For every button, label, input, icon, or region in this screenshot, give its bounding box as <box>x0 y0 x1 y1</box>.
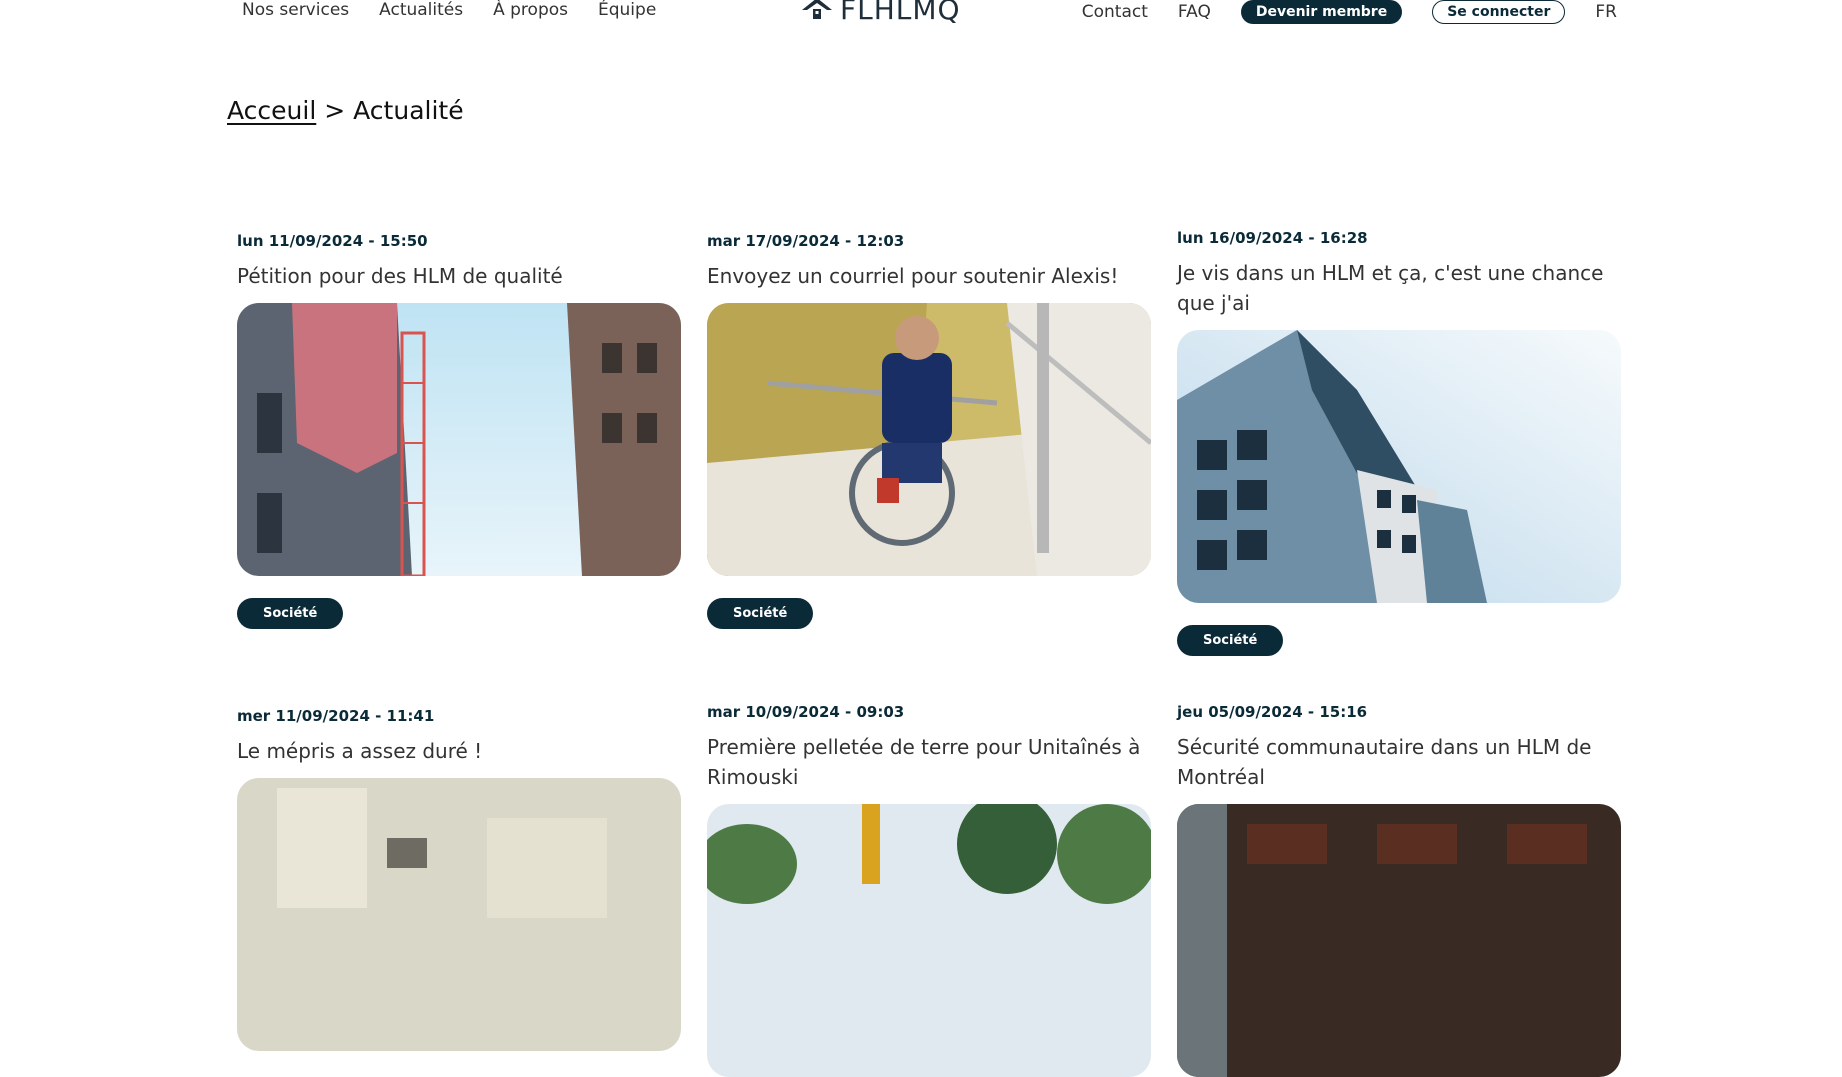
article-card[interactable]: lun 11/09/2024 - 15:50 Pétition pour des… <box>237 232 681 629</box>
article-image-blurred-building[interactable] <box>237 778 681 1051</box>
article-title[interactable]: Je vis dans un HLM et ça, c'est une chan… <box>1177 258 1621 318</box>
article-date: mer 11/09/2024 - 11:41 <box>237 707 435 725</box>
nav-link-faq[interactable]: FAQ <box>1178 2 1211 23</box>
article-card[interactable]: jeu 05/09/2024 - 15:16 Sécurité communau… <box>1177 703 1621 1077</box>
nav-link-services[interactable]: Nos services <box>242 0 349 21</box>
nav-link-contact[interactable]: Contact <box>1082 2 1148 23</box>
article-title[interactable]: Première pelletée de terre pour Unitaîné… <box>707 732 1151 792</box>
article-card[interactable]: lun 16/09/2024 - 16:28 Je vis dans un HL… <box>1177 229 1621 656</box>
article-card[interactable]: mer 11/09/2024 - 11:41 Le mépris a assez… <box>237 707 681 1051</box>
breadcrumb-separator: > <box>324 96 346 125</box>
article-image-wheelchair-stairs[interactable] <box>707 303 1151 576</box>
article-image-buildings-scaffolding[interactable] <box>237 303 681 576</box>
article-card[interactable]: mar 17/09/2024 - 12:03 Envoyez un courri… <box>707 232 1151 629</box>
site-logo[interactable]: FLHLMQ <box>800 0 961 26</box>
article-category-tag[interactable]: Société <box>237 598 344 629</box>
breadcrumb-current: Actualité <box>353 96 464 125</box>
article-title[interactable]: Sécurité communautaire dans un HLM de Mo… <box>1177 732 1621 792</box>
main-nav-right: Contact FAQ Devenir membre Se connecter … <box>1082 0 1617 24</box>
become-member-button[interactable]: Devenir membre <box>1240 0 1403 24</box>
article-category-tag[interactable]: Société <box>707 598 814 629</box>
article-image-brick-building[interactable] <box>1177 804 1621 1077</box>
article-image-highrise-building[interactable] <box>1177 330 1621 603</box>
main-nav-left: Nos services Actualités À propos Équipe <box>242 0 656 21</box>
language-switcher[interactable]: FR <box>1595 2 1617 22</box>
article-date: lun 11/09/2024 - 15:50 <box>237 232 428 250</box>
article-category-tag[interactable]: Société <box>1177 625 1284 656</box>
breadcrumb-home-link[interactable]: Acceuil <box>227 96 316 125</box>
article-title[interactable]: Le mépris a assez duré ! <box>237 736 681 766</box>
breadcrumb: Acceuil > Actualité <box>227 96 464 125</box>
article-card[interactable]: mar 10/09/2024 - 09:03 Première pelletée… <box>707 703 1151 1077</box>
nav-link-team[interactable]: Équipe <box>598 0 656 21</box>
article-date: mar 10/09/2024 - 09:03 <box>707 703 905 721</box>
article-date: jeu 05/09/2024 - 15:16 <box>1177 703 1368 721</box>
nav-link-about[interactable]: À propos <box>493 0 568 21</box>
article-title[interactable]: Pétition pour des HLM de qualité <box>237 261 681 291</box>
nav-link-news[interactable]: Actualités <box>379 0 463 21</box>
article-date: mar 17/09/2024 - 12:03 <box>707 232 905 250</box>
article-date: lun 16/09/2024 - 16:28 <box>1177 229 1368 247</box>
house-logo-icon <box>800 0 834 26</box>
article-image-excavator[interactable] <box>707 804 1151 1077</box>
article-title[interactable]: Envoyez un courriel pour soutenir Alexis… <box>707 261 1151 291</box>
logo-text: FLHLMQ <box>840 0 961 26</box>
login-button[interactable]: Se connecter <box>1432 0 1566 24</box>
